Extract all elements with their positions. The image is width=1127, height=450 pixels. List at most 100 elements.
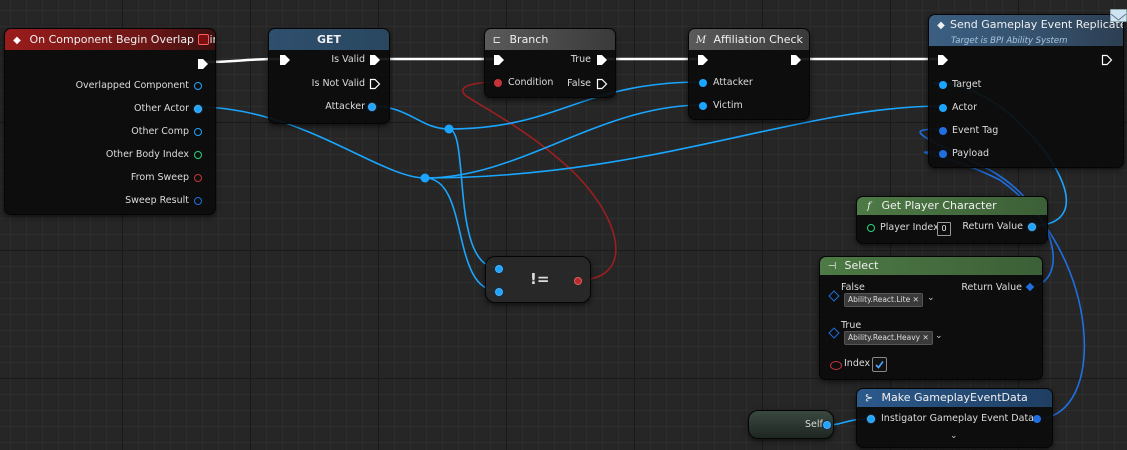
struct-icon: ⊱	[864, 393, 874, 404]
select-icon: ⊣	[827, 261, 837, 272]
macro-node-get[interactable]: GET Is Valid Is Not Valid Attacker	[268, 28, 390, 124]
pin-other-actor[interactable]	[194, 105, 202, 113]
pin-attacker[interactable]	[699, 79, 707, 87]
reroute-knot-2	[444, 124, 454, 134]
get-node-header: GET	[269, 29, 389, 50]
pin-actor[interactable]	[939, 104, 947, 112]
tag-true-value[interactable]: Ability.React.Heavy ✕	[844, 331, 933, 345]
player-index-field[interactable]: 0	[937, 222, 951, 236]
pin-self-out[interactable]	[823, 421, 831, 429]
pin-label-payload: Payload	[952, 148, 990, 159]
object-wire-hub2-to-ne1	[448, 128, 499, 269]
get-player-title: Get Player Character	[881, 199, 997, 212]
pin-label-other-body-index: Other Body Index	[105, 149, 189, 160]
pin-payload[interactable]	[939, 150, 947, 158]
event-node-begin-overlap[interactable]: ◆ On Component Begin Overlap (Ring) Over…	[4, 28, 216, 215]
self-reference-node[interactable]: Self	[748, 410, 834, 439]
affiliation-node-header: M Affiliation Check	[689, 29, 809, 50]
pin-label-attacker: Attacker	[713, 77, 753, 88]
send-event-title: Send Gameplay Event Replicated	[950, 18, 1123, 31]
chevron-down-icon[interactable]: ⌄	[950, 431, 958, 441]
pin-label-other-actor: Other Actor	[134, 103, 189, 114]
get-player-node-header: f Get Player Character	[857, 197, 1047, 215]
branch-node-header: ⊏ Branch	[485, 29, 615, 50]
event-node-header: ◆ On Component Begin Overlap (Ring)	[5, 29, 215, 50]
pin-index[interactable]	[830, 361, 842, 370]
pin-label-return-value: Return Value	[962, 221, 1023, 232]
reroute-knot-1	[420, 173, 430, 183]
branch-node[interactable]: ⊏ Branch True Condition False	[484, 28, 616, 98]
diamond-icon: ◆	[13, 35, 21, 46]
make-struct-node-gameplay-event-data[interactable]: ⊱ Make GameplayEventData Instigator Game…	[856, 388, 1053, 448]
mail-icon	[1110, 9, 1127, 22]
pin-label-victim: Victim	[713, 100, 743, 111]
pin-result[interactable]	[574, 277, 582, 285]
select-node-header: ⊣ Select	[820, 257, 1042, 275]
object-wire-hub-to-actor	[424, 105, 943, 179]
pin-overlapped-component[interactable]	[194, 82, 202, 90]
close-icon[interactable]: ✕	[923, 333, 929, 342]
function-node-send-gameplay-event[interactable]: ◆ Send Gameplay Event Replicated Target i…	[928, 9, 1127, 168]
pin-event-tag[interactable]	[939, 127, 947, 135]
chevron-down-icon[interactable]: ⌄	[927, 293, 935, 303]
pin-label-condition: Condition	[508, 77, 554, 88]
close-icon[interactable]: ✕	[913, 295, 919, 304]
pin-label-true: True	[570, 54, 591, 65]
event-node-title: On Component Begin Overlap (Ring)	[29, 33, 216, 46]
pin-label-is-not-valid: Is Not Valid	[311, 78, 365, 89]
pin-sweep-result[interactable]	[194, 197, 202, 205]
pin-label-event-tag: Event Tag	[952, 125, 999, 136]
checkmark-icon	[875, 361, 884, 369]
pin-a[interactable]	[495, 265, 503, 273]
send-event-node-header: ◆ Send Gameplay Event Replicated Target i…	[929, 15, 1123, 46]
pin-condition[interactable]	[494, 79, 502, 87]
pin-return-value[interactable]	[1028, 223, 1036, 231]
pin-true[interactable]	[828, 327, 840, 339]
pin-attacker[interactable]	[368, 103, 376, 111]
tag-false-value[interactable]: Ability.React.Lite ✕	[844, 293, 923, 307]
pin-label-from-sweep: From Sweep	[130, 172, 189, 183]
tag-true-text: Ability.React.Heavy	[848, 333, 921, 342]
close-icon	[198, 34, 209, 45]
branch-icon: ⊏	[492, 35, 502, 46]
pin-label-index: Index	[844, 358, 871, 369]
pin-label-target: Target	[952, 79, 982, 90]
pin-other-comp[interactable]	[194, 128, 202, 136]
pin-label-player-index: Player Index	[880, 222, 939, 233]
tag-false-text: Ability.React.Lite	[848, 295, 911, 304]
get-node-title: GET	[316, 33, 342, 46]
make-event-data-title: Make GameplayEventData	[881, 391, 1028, 404]
self-label: Self	[805, 419, 823, 430]
compare-node-not-equal[interactable]: !=	[485, 256, 591, 303]
bool-wire-notequal-to-condition	[462, 81, 617, 281]
pin-victim[interactable]	[699, 102, 707, 110]
pin-label-return-value: Return Value	[961, 282, 1022, 293]
pin-label-gameplay-event-data: Gameplay Event Data	[929, 413, 1034, 424]
pin-target[interactable]	[939, 81, 947, 89]
send-event-subtitle: Target is BPI Ability System	[951, 36, 1068, 46]
pin-from-sweep[interactable]	[194, 174, 202, 182]
pin-instigator[interactable]	[867, 415, 875, 423]
pin-false[interactable]	[828, 290, 840, 302]
chevron-down-icon[interactable]: ⌄	[935, 331, 943, 341]
macro-node-affiliation-check[interactable]: M Affiliation Check Attacker Victim	[688, 28, 810, 120]
function-icon: ◆	[937, 20, 945, 31]
pin-return-value[interactable]	[1025, 282, 1035, 292]
select-title: Select	[844, 259, 879, 272]
pin-other-body-index[interactable]	[194, 151, 202, 159]
pin-label-instigator: Instigator	[881, 413, 927, 424]
index-checkbox[interactable]	[872, 357, 887, 372]
pin-gameplay-event-data[interactable]	[1033, 415, 1041, 423]
select-node[interactable]: ⊣ Select False Ability.React.Lite ✕ ⌄ Tr…	[819, 256, 1043, 380]
object-wire-hub-to-victim	[424, 104, 703, 179]
pin-b[interactable]	[495, 288, 503, 296]
function-node-get-player-character[interactable]: f Get Player Character Player Index 0 Re…	[856, 196, 1048, 244]
pin-label-attacker: Attacker	[325, 101, 365, 112]
pin-label-false: False	[567, 78, 591, 89]
pin-player-index[interactable]	[867, 224, 875, 232]
pin-label-is-valid: Is Valid	[331, 54, 365, 65]
pin-label-sweep-result: Sweep Result	[125, 195, 189, 206]
function-icon: f	[867, 201, 871, 212]
make-event-data-header: ⊱ Make GameplayEventData	[857, 389, 1052, 407]
branch-node-title: Branch	[509, 33, 549, 46]
